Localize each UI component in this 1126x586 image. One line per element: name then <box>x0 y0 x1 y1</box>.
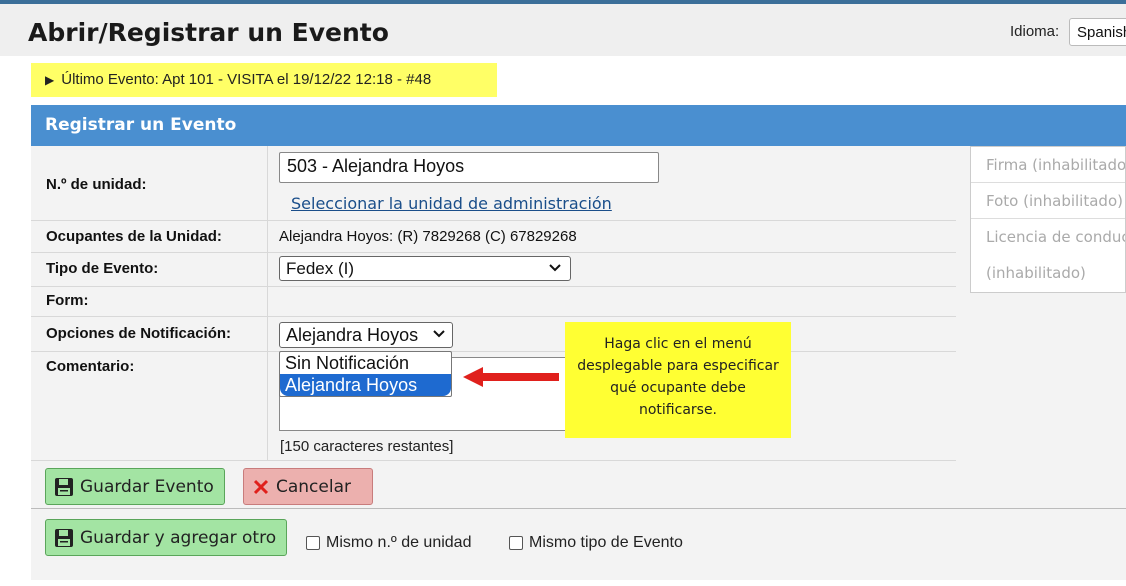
chevron-down-icon <box>548 261 562 278</box>
notification-dropdown-list: Sin Notificación Alejandra Hoyos <box>279 351 452 397</box>
divider <box>31 508 1126 509</box>
photo-item: Foto (inhabilitado) <box>971 183 1125 219</box>
language-label: Idioma: <box>1010 23 1060 40</box>
row-divider <box>31 286 956 287</box>
cancel-label: Cancelar <box>276 476 351 497</box>
same-unit-checkbox[interactable] <box>306 536 320 550</box>
same-type-label: Mismo tipo de Evento <box>529 534 683 551</box>
dropdown-option[interactable]: Sin Notificación <box>280 352 451 374</box>
chevron-down-icon <box>432 327 446 344</box>
floppy-disk-icon <box>54 477 74 497</box>
row-divider <box>31 351 956 352</box>
dropdown-option-selected[interactable]: Alejandra Hoyos <box>280 374 451 396</box>
notification-label: Opciones de Notificación: <box>46 325 232 342</box>
event-form: N.º de unidad: 503 - Alejandra Hoyos Sel… <box>31 146 956 461</box>
event-type-select[interactable]: Fedex (I) <box>279 256 571 281</box>
close-icon <box>252 478 270 496</box>
save-and-add-button[interactable]: Guardar y agregar otro <box>45 519 288 556</box>
save-and-add-label: Guardar y agregar otro <box>80 527 277 548</box>
event-type-value: Fedex (I) <box>286 259 355 278</box>
page-header: Abrir/Registrar un Evento Idioma: Spanis… <box>0 4 1126 56</box>
pointer-arrow-icon <box>463 367 559 387</box>
floppy-disk-icon <box>54 528 74 548</box>
page-title: Abrir/Registrar un Evento <box>28 18 389 47</box>
help-callout: Haga clic en el menú desplegable para es… <box>565 322 791 438</box>
unit-label: N.º de unidad: <box>46 176 147 193</box>
same-unit-checkbox-group: Mismo n.º de unidad <box>306 534 471 552</box>
comment-label: Comentario: <box>46 358 135 375</box>
event-type-label: Tipo de Evento: <box>46 260 159 277</box>
register-event-panel: Registrar un Evento N.º de unidad: 503 -… <box>31 105 1126 580</box>
chars-remaining: [150 caracteres restantes] <box>280 438 454 455</box>
cancel-button[interactable]: Cancelar <box>243 468 373 505</box>
last-event-text: Último Evento: Apt 101 - VISITA el 19/12… <box>61 71 432 88</box>
same-type-checkbox[interactable] <box>509 536 523 550</box>
form-label: Form: <box>46 292 89 309</box>
attachments-panel: Firma (inhabilitado) Foto (inhabilitado)… <box>970 146 1126 293</box>
license-status: (inhabilitado) <box>986 264 1086 282</box>
save-event-label: Guardar Evento <box>80 476 214 497</box>
unit-input[interactable]: 503 - Alejandra Hoyos <box>279 152 659 183</box>
signature-item: Firma (inhabilitado) <box>971 147 1125 183</box>
same-type-checkbox-group: Mismo tipo de Evento <box>509 534 683 552</box>
row-divider <box>31 316 956 317</box>
expand-triangle-icon: ▶ <box>45 73 55 87</box>
occupants-label: Ocupantes de la Unidad: <box>46 228 222 245</box>
occupants-value: Alejandra Hoyos: (R) 7829268 (C) 6782926… <box>279 228 577 245</box>
notification-value: Alejandra Hoyos <box>286 325 419 345</box>
last-event-banner[interactable]: ▶ Último Evento: Apt 101 - VISITA el 19/1… <box>31 63 497 97</box>
panel-title: Registrar un Evento <box>45 115 237 135</box>
column-divider <box>267 146 268 460</box>
row-divider <box>31 220 956 221</box>
language-select[interactable]: Spanish <box>1069 18 1126 46</box>
notification-select[interactable]: Alejandra Hoyos <box>279 322 453 348</box>
same-unit-label: Mismo n.º de unidad <box>326 534 472 551</box>
license-label: Licencia de conducir <box>986 228 1126 246</box>
save-event-button[interactable]: Guardar Evento <box>45 468 225 505</box>
row-divider <box>31 460 956 461</box>
select-unit-link[interactable]: Seleccionar la unidad de administración <box>291 194 612 213</box>
panel-header: Registrar un Evento <box>31 105 1126 146</box>
row-divider <box>31 252 956 253</box>
license-item: Licencia de conducir (inhabilitado) <box>971 219 1125 291</box>
